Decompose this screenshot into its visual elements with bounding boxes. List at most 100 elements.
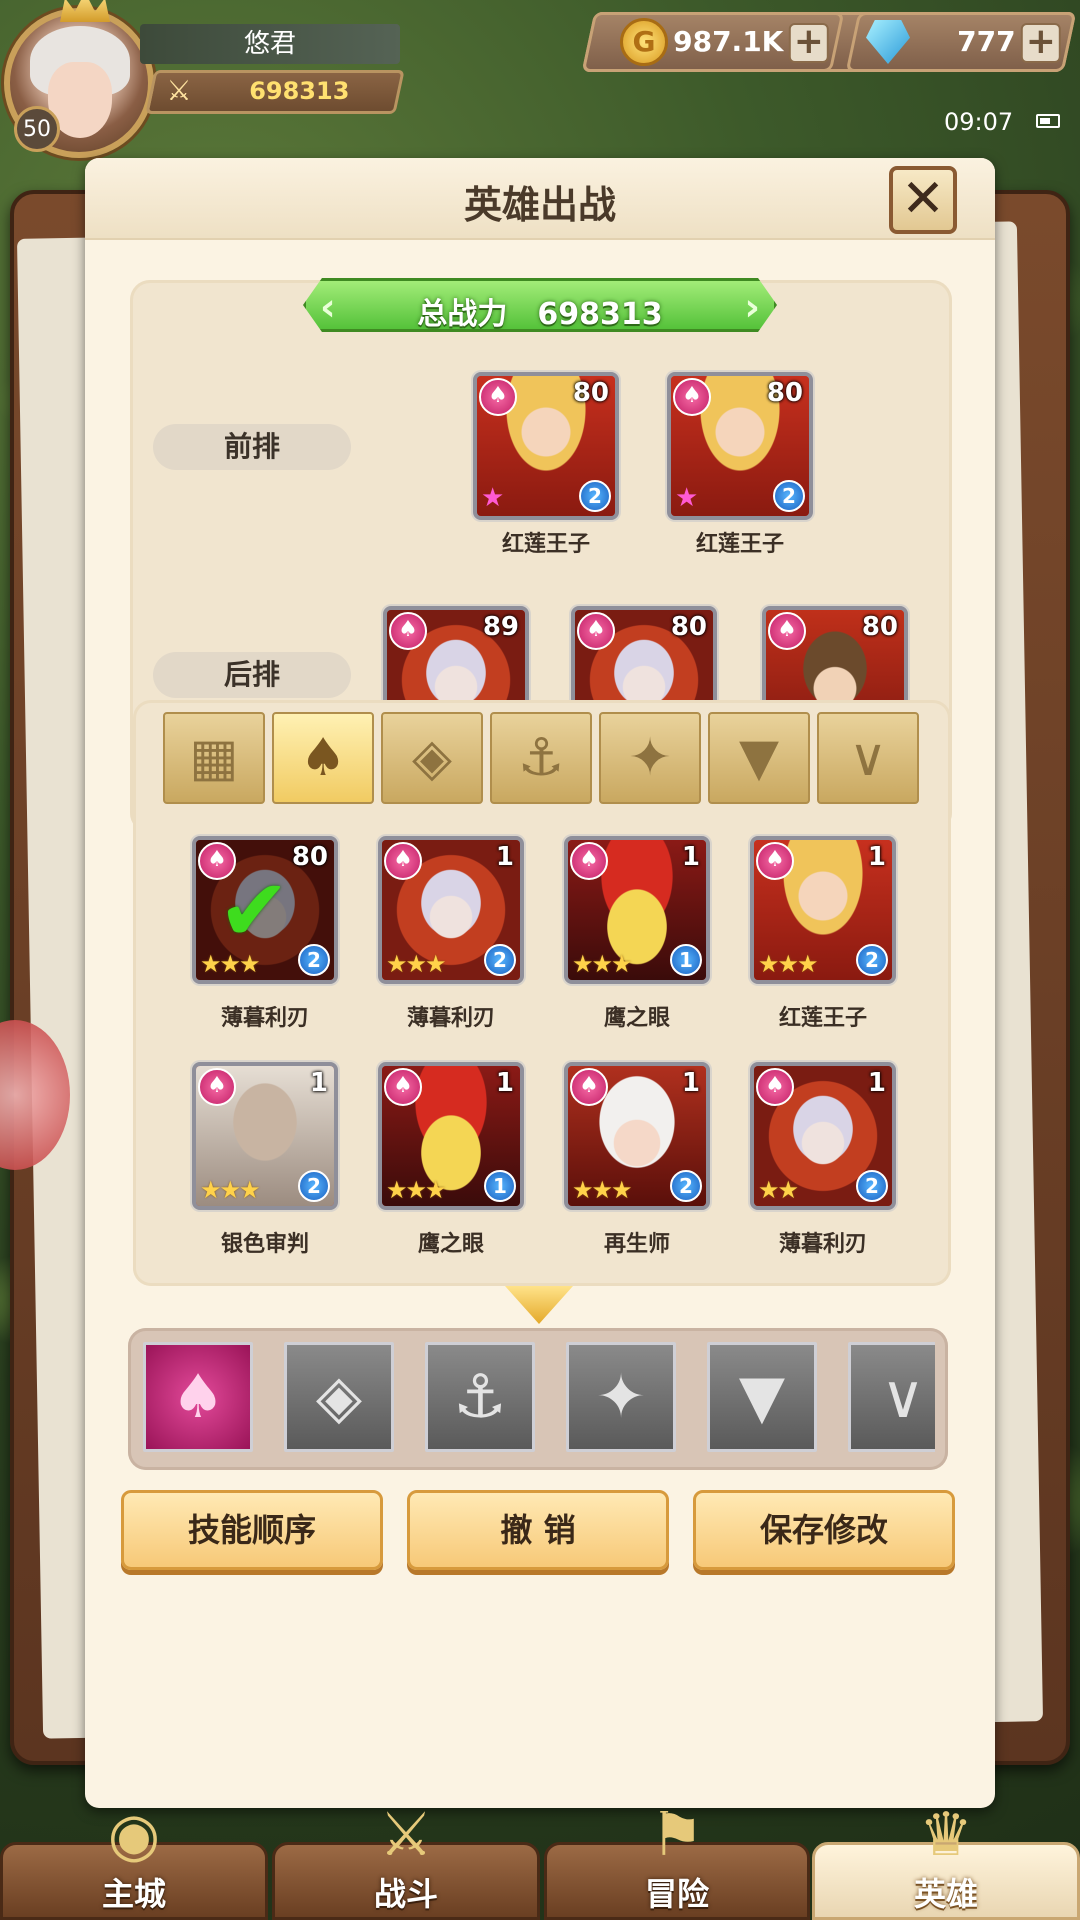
hero-stars: ★★★ xyxy=(572,950,633,978)
nav-heroes[interactable]: ♛ 英雄 xyxy=(812,1800,1080,1920)
faction-fox-button[interactable]: ▼ xyxy=(707,1342,817,1452)
hero-grade-badge: 1 xyxy=(484,1170,516,1202)
player-power: 698313 xyxy=(249,77,350,105)
hero-card[interactable]: ♠ 1 ★★★ 2 xyxy=(378,836,524,984)
close-icon: ✕ xyxy=(901,169,945,229)
hero-card[interactable]: ♠ 80 ★ 2 xyxy=(473,372,619,520)
nav-main-city-label: 主城 xyxy=(101,1875,166,1913)
hero-grade-badge: 2 xyxy=(298,944,330,976)
faction-anchor-button[interactable]: ⚓ xyxy=(425,1342,535,1452)
gold-coin-icon: G xyxy=(620,18,668,66)
hero-name: 银色审判 xyxy=(220,1232,309,1257)
hero-grade-badge: 2 xyxy=(670,1170,702,1202)
nav-adventure-label: 冒险 xyxy=(644,1875,709,1913)
back-row-label: 后排 xyxy=(153,652,351,698)
hero-level: 1 xyxy=(681,842,700,872)
hero-card[interactable]: ♠ 1 ★★★ 2 xyxy=(192,1062,338,1210)
faction-wing-button[interactable]: ∨ xyxy=(848,1342,935,1452)
helmet-icon: ♛ xyxy=(919,1800,973,1870)
flame-faction-icon: ♠ xyxy=(756,1068,794,1106)
wing-icon: ∨ xyxy=(881,1362,925,1432)
tab-beast[interactable]: ✦ xyxy=(599,712,701,804)
diamond-icon: ◈ xyxy=(315,1362,363,1432)
hero-name: 鹰之眼 xyxy=(603,1006,670,1031)
tab-diamond[interactable]: ◈ xyxy=(381,712,483,804)
hero-card[interactable]: ♠ 1 ★★★ 2 xyxy=(750,836,896,984)
faction-diamond-button[interactable]: ◈ xyxy=(284,1342,394,1452)
undo-button[interactable]: 撤 销 xyxy=(407,1490,669,1570)
flame-icon: ♠ xyxy=(299,728,347,788)
hero-name: 红莲王子 xyxy=(695,532,784,557)
hero-card[interactable]: ♠ 80 ★ 2 xyxy=(667,372,813,520)
faction-flame-button[interactable]: ♠ xyxy=(143,1342,253,1452)
hero-card[interactable]: ♠ 1 ★★★ 1 xyxy=(564,836,710,984)
chevron-right-icon: › xyxy=(744,285,760,329)
hero-level: 80 xyxy=(670,612,707,642)
flame-faction-icon: ♠ xyxy=(756,842,794,880)
beast-icon: ✦ xyxy=(595,1362,647,1432)
flame-faction-icon: ♠ xyxy=(389,612,427,650)
hero-level: 1 xyxy=(309,1068,328,1098)
hero-stars: ★★★ xyxy=(386,950,447,978)
total-power-banner: ‹ 总战力 698313 › xyxy=(303,278,777,332)
hero-level: 1 xyxy=(867,1068,886,1098)
hero-grade-badge: 1 xyxy=(670,944,702,976)
nav-heroes-label: 英雄 xyxy=(913,1875,978,1913)
save-changes-button[interactable]: 保存修改 xyxy=(693,1490,955,1570)
tab-flame[interactable]: ♠ xyxy=(272,712,374,804)
hero-card[interactable]: ♠ 80 ★★★ 2 ✔ xyxy=(192,836,338,984)
hero-level: 1 xyxy=(867,842,886,872)
hero-card[interactable]: ♠ 1 ★★★ 2 xyxy=(564,1062,710,1210)
hero-grade-badge: 2 xyxy=(579,480,611,512)
hero-stars: ★★★ xyxy=(758,950,819,978)
flame-faction-icon: ♠ xyxy=(479,378,517,416)
tab-all-grid[interactable]: ▦ xyxy=(163,712,265,804)
gold-value: 987.1K xyxy=(672,25,784,58)
add-diamond-button[interactable]: + xyxy=(1020,21,1061,63)
flame-faction-icon: ♠ xyxy=(198,1068,236,1106)
flame-faction-icon: ♠ xyxy=(384,1068,422,1106)
rainbow-star-icon: ★ xyxy=(481,483,505,513)
add-gold-button[interactable]: + xyxy=(788,21,829,63)
player-level-badge: 50 xyxy=(14,106,60,152)
nav-adventure[interactable]: ⚑ 冒险 xyxy=(544,1800,810,1920)
hero-deploy-panel: 英雄出战 ✕ ‹ 总战力 698313 › 前排 后排 ♠ 80 ★ 2 红莲王子 ♠ 80… xyxy=(85,158,995,1808)
hero-name: 红莲王子 xyxy=(778,1006,867,1031)
hero-stars: ★★★ xyxy=(386,1176,447,1204)
hero-grade-badge: 2 xyxy=(484,944,516,976)
hero-level: 1 xyxy=(681,1068,700,1098)
hero-name: 薄暮利刃 xyxy=(778,1232,867,1257)
total-power-label: 总战力 698313 xyxy=(417,297,663,332)
hero-grade-badge: 2 xyxy=(856,1170,888,1202)
hero-card[interactable]: ♠ 1 ★★★ 1 xyxy=(378,1062,524,1210)
flame-faction-icon: ♠ xyxy=(673,378,711,416)
fox-icon: ▼ xyxy=(738,1362,786,1432)
tab-fox[interactable]: ▼ xyxy=(708,712,810,804)
hero-level: 80 xyxy=(572,378,609,408)
flame-faction-icon: ♠ xyxy=(768,612,806,650)
tab-wing[interactable]: ∨ xyxy=(817,712,919,804)
tab-anchor[interactable]: ⚓ xyxy=(490,712,592,804)
chevron-down-icon[interactable] xyxy=(505,1286,573,1324)
skill-order-button[interactable]: 技能顺序 xyxy=(121,1490,383,1570)
hero-name: 鹰之眼 xyxy=(417,1232,484,1257)
hero-level: 89 xyxy=(482,612,519,642)
beast-icon: ✦ xyxy=(628,728,672,788)
nav-main-city[interactable]: ◉ 主城 xyxy=(0,1800,268,1920)
hero-card[interactable]: ♠ 1 ★★ 2 xyxy=(750,1062,896,1210)
hero-stars: ★★★ xyxy=(200,1176,261,1204)
close-button[interactable]: ✕ xyxy=(889,166,957,234)
checkmark-icon: ✔ xyxy=(218,861,291,961)
panel-title: 英雄出战 xyxy=(463,183,616,227)
nav-battle[interactable]: ⚔ 战斗 xyxy=(272,1800,540,1920)
diamond-value: 777 xyxy=(956,25,1016,58)
hero-stars: ★★★ xyxy=(572,1176,633,1204)
map-icon: ⚑ xyxy=(650,1800,704,1870)
hero-name: 再生师 xyxy=(603,1232,670,1257)
flame-faction-icon: ♠ xyxy=(570,842,608,880)
hero-name: 红莲王子 xyxy=(501,532,590,557)
swords-icon: ⚔ xyxy=(379,1800,433,1870)
faction-beast-button[interactable]: ✦ xyxy=(566,1342,676,1452)
hero-stars: ★★ xyxy=(758,1176,799,1204)
castle-icon: ◉ xyxy=(107,1800,161,1870)
